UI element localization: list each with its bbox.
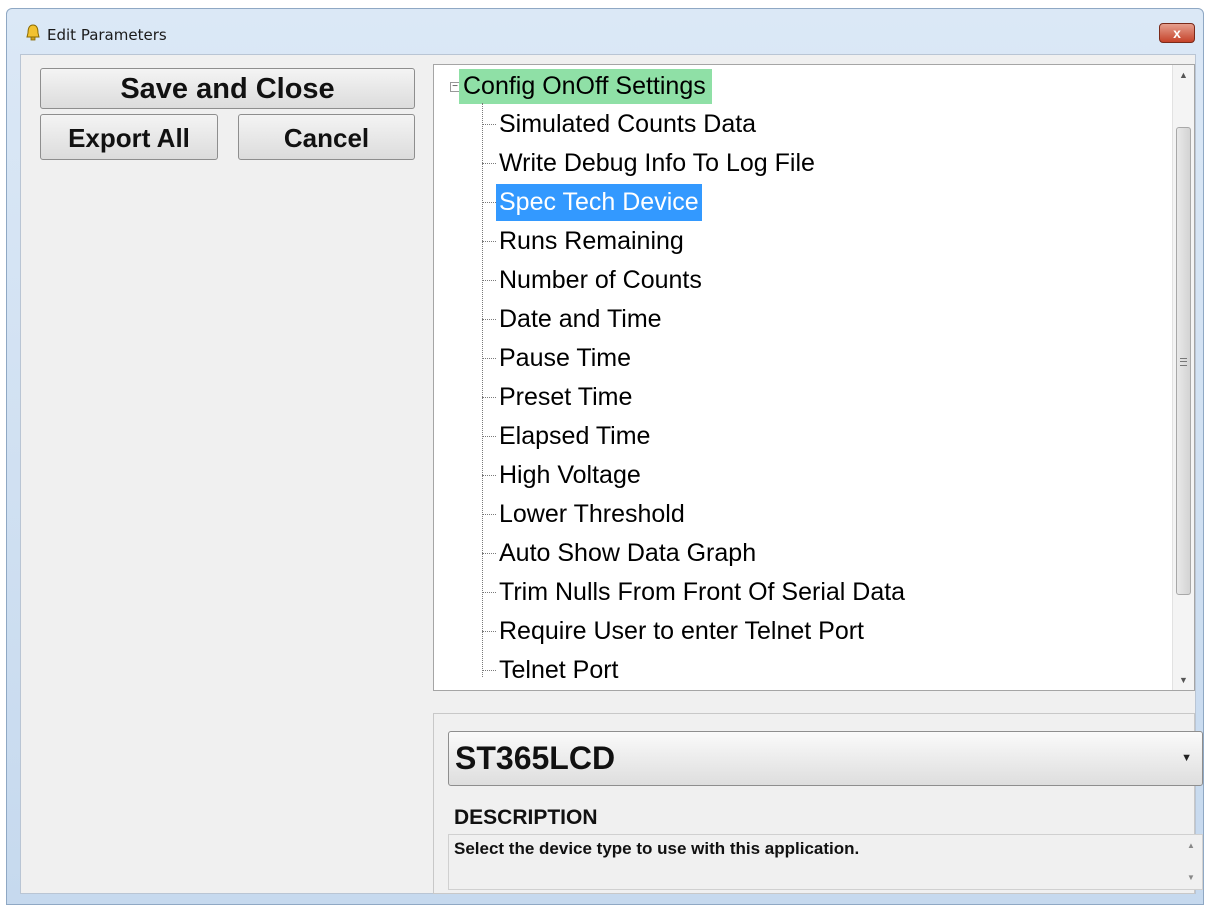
tree-item-label[interactable]: Pause Time	[496, 340, 634, 377]
tree-item-label[interactable]: Telnet Port	[496, 652, 622, 689]
tree-item-label[interactable]: Auto Show Data Graph	[496, 535, 759, 572]
tree-item-label[interactable]: Require User to enter Telnet Port	[496, 613, 867, 650]
tree-connector	[482, 514, 496, 515]
bell-icon	[26, 24, 40, 41]
description-scrollbar[interactable]: ▲ ▼	[1180, 835, 1202, 889]
tree-connector	[482, 475, 496, 476]
scroll-up-icon[interactable]: ▲	[1173, 65, 1194, 85]
scroll-down-icon[interactable]: ▼	[1180, 867, 1202, 889]
tree-connector	[482, 358, 496, 359]
tree-item-label[interactable]: Spec Tech Device	[496, 184, 702, 221]
description-heading: DESCRIPTION	[454, 806, 598, 829]
close-button[interactable]: x	[1159, 23, 1195, 43]
save-and-close-button[interactable]: Save and Close	[40, 68, 415, 109]
tree-vertical-scrollbar[interactable]: ▲ ▼	[1172, 65, 1194, 690]
tree-connector	[482, 163, 496, 164]
tree-item-label[interactable]: Lower Threshold	[496, 496, 688, 533]
export-all-button[interactable]: Export All	[40, 114, 218, 160]
chevron-down-icon: ▼	[1181, 752, 1192, 764]
description-text: Select the device type to use with this …	[454, 839, 860, 858]
scroll-thumb[interactable]	[1176, 127, 1191, 595]
tree-item-label[interactable]: Runs Remaining	[496, 223, 687, 260]
tree-item-label[interactable]: Number of Counts	[496, 262, 705, 299]
tree-connector	[482, 241, 496, 242]
tree-connector	[482, 553, 496, 554]
cancel-button[interactable]: Cancel	[238, 114, 415, 160]
tree-connector	[482, 319, 496, 320]
tree-connector-line	[482, 103, 483, 677]
scroll-down-icon[interactable]: ▼	[1173, 670, 1194, 690]
tree-connector	[482, 592, 496, 593]
tree-item-label[interactable]: Write Debug Info To Log File	[496, 145, 818, 182]
tree-connector	[482, 670, 496, 671]
tree-connector	[482, 202, 496, 203]
tree-item-label[interactable]: Preset Time	[496, 379, 635, 416]
tree-item-label[interactable]: High Voltage	[496, 457, 644, 494]
tree-connector	[482, 280, 496, 281]
window-title: Edit Parameters	[47, 26, 167, 44]
title-bar[interactable]: Edit Parameters x	[7, 9, 1203, 49]
dropdown-selected-value: ST365LCD	[455, 740, 616, 776]
tree-connector	[482, 436, 496, 437]
tree-connector	[482, 124, 496, 125]
tree-root-config-onoff-settings[interactable]: Config OnOff Settings	[459, 69, 712, 104]
tree-item-label[interactable]: Elapsed Time	[496, 418, 653, 455]
client-area: Save and Close Export All Cancel − Confi…	[20, 54, 1203, 894]
grip-icon	[1180, 358, 1187, 366]
parameter-value-panel: ST365LCD ▼ DESCRIPTION Select the device…	[433, 713, 1203, 894]
tree-item-label[interactable]: Trim Nulls From Front Of Serial Data	[496, 574, 908, 611]
value-dropdown[interactable]: ST365LCD ▼	[448, 731, 1203, 786]
close-icon: x	[1173, 25, 1181, 41]
tree-connector	[482, 631, 496, 632]
tree-item-label[interactable]: Simulated Counts Data	[496, 106, 759, 143]
tree-connector	[482, 397, 496, 398]
parameters-tree[interactable]: − Config OnOff Settings Simulated Counts…	[433, 64, 1195, 691]
scroll-up-icon[interactable]: ▲	[1180, 835, 1202, 857]
description-box: Select the device type to use with this …	[448, 834, 1203, 890]
edit-parameters-window: Edit Parameters x Save and Close Export …	[6, 8, 1204, 905]
tree-item-label[interactable]: Date and Time	[496, 301, 665, 338]
